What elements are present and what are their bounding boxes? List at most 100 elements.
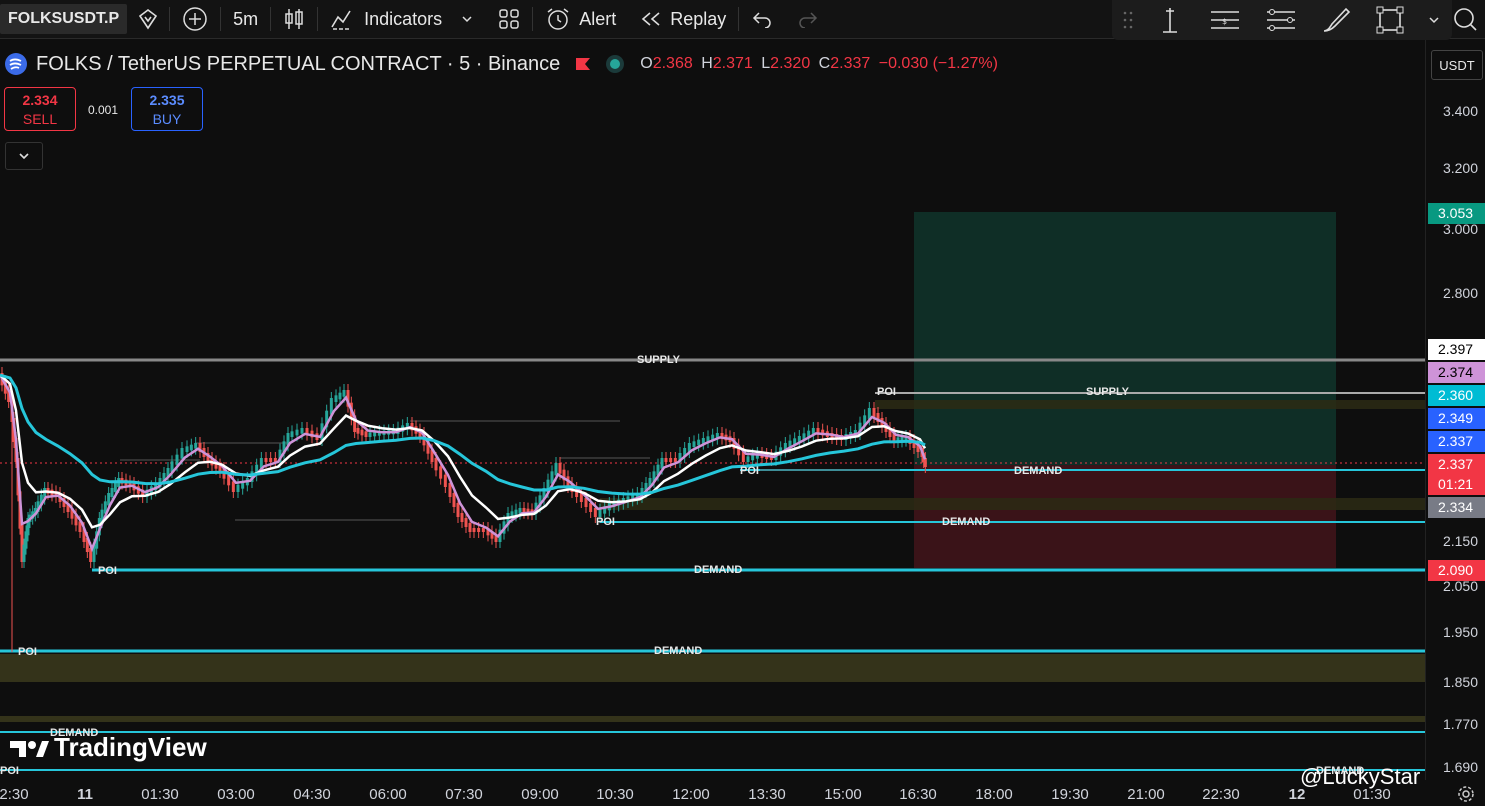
close-key: C	[818, 55, 831, 72]
alert-label: Alert	[579, 8, 617, 29]
gear-icon[interactable]	[1456, 784, 1476, 804]
replay-label: Replay	[670, 8, 727, 29]
replay-button[interactable]: Replay	[628, 0, 738, 38]
candle	[589, 503, 593, 512]
close-value: 2.337	[830, 55, 871, 72]
buy-button[interactable]: 2.335 BUY	[131, 87, 203, 131]
chevron-down-icon	[462, 16, 472, 23]
candle	[664, 458, 668, 462]
price-tag: 2.374	[1428, 362, 1485, 383]
compare-symbol-button[interactable]	[127, 0, 169, 38]
chevron-down-icon[interactable]	[1427, 13, 1441, 27]
price-line-tool-icon[interactable]: $	[1208, 5, 1242, 35]
candle	[290, 431, 294, 437]
currency-selector[interactable]: USDT	[1431, 50, 1483, 80]
candle	[194, 443, 198, 449]
rectangle-tool-icon[interactable]	[1375, 5, 1405, 35]
collapse-legend-button[interactable]	[5, 142, 43, 170]
legend-title[interactable]: FOLKS / TetherUS PERPETUAL CONTRACT · 5 …	[36, 53, 560, 76]
tp-zone[interactable]	[914, 212, 1336, 465]
candle	[356, 428, 360, 434]
tradingview-logo[interactable]: TradingView	[8, 732, 207, 763]
time-axis-label: 09:00	[521, 786, 559, 803]
time-axis-label: 2:30	[0, 786, 29, 803]
sell-price: 2.334	[22, 92, 58, 108]
poi-label: POI	[596, 516, 615, 528]
candle	[364, 431, 368, 437]
alarm-clock-icon	[547, 8, 569, 30]
demand-label: DEMAND	[694, 564, 743, 576]
candle	[180, 448, 184, 459]
candle	[558, 463, 562, 474]
time-axis-label: 03:00	[217, 786, 255, 803]
market-status-icon	[606, 55, 625, 73]
poi-label: POI	[740, 465, 759, 477]
rewind-icon	[641, 12, 660, 26]
candle	[236, 484, 240, 492]
price-axis-label: 2.150	[1442, 533, 1478, 549]
price-axis-label: 1.690	[1442, 759, 1478, 775]
time-axis-label: 10:30	[596, 786, 634, 803]
chevron-down-icon	[19, 153, 29, 160]
poi-label: POI	[0, 765, 19, 777]
sell-button[interactable]: 2.334 SELL	[4, 87, 76, 131]
ohlc-values: O2.368 H2.371 L2.320 C2.337 −0.030 (−1.2…	[640, 55, 998, 73]
vertical-line-tool-icon[interactable]	[1155, 5, 1185, 35]
candle	[477, 528, 481, 532]
candle	[456, 503, 460, 517]
candle	[231, 481, 235, 492]
flag-icon[interactable]	[574, 55, 592, 73]
price-tag: 2.337	[1428, 454, 1485, 475]
candle	[264, 458, 268, 462]
high-value: 2.371	[712, 55, 753, 72]
candle	[452, 493, 456, 507]
diamond-icon	[139, 9, 158, 30]
undo-icon	[753, 12, 771, 28]
indicators-label: Indicators	[364, 8, 443, 29]
candle	[185, 446, 189, 452]
price-axis-label: 1.770	[1442, 716, 1478, 732]
price-axis-label: 2.800	[1442, 285, 1478, 301]
price-tag: 3.053	[1428, 203, 1485, 224]
quantity-value[interactable]: 0.001	[88, 103, 118, 117]
candle	[110, 488, 114, 497]
price-axis-label: 1.950	[1442, 624, 1478, 640]
low-value: 2.320	[770, 55, 811, 72]
price-chart[interactable]	[0, 40, 1425, 780]
undo-button[interactable]	[739, 0, 785, 38]
alert-button[interactable]: Alert	[533, 0, 628, 38]
demand-label: DEMAND	[654, 645, 703, 657]
buy-price: 2.335	[149, 92, 185, 108]
plus-circle-icon	[183, 7, 207, 31]
interval-button[interactable]: 5m	[221, 0, 270, 38]
indicators-button[interactable]: Indicators	[318, 0, 486, 38]
candle	[481, 528, 485, 532]
redo-button[interactable]	[785, 0, 831, 38]
candle	[697, 439, 701, 446]
open-value: 2.368	[652, 55, 693, 72]
layouts-button[interactable]	[486, 0, 532, 38]
symbol-search-button[interactable]: FOLKSUSDT.P	[0, 4, 128, 34]
time-axis[interactable]: 2:30 11 01:30 03:00 04:30 06:00 07:30 09:00 10:3…	[0, 780, 1425, 806]
add-symbol-button[interactable]	[170, 0, 220, 38]
demand-zone-box	[600, 498, 1425, 510]
low-key: L	[761, 55, 771, 72]
search-icon[interactable]	[1452, 6, 1478, 32]
candle	[872, 408, 876, 417]
grid-icon	[499, 9, 519, 29]
tradingview-logo-text: TradingView	[54, 732, 207, 762]
supply-label: SUPPLY	[637, 354, 681, 366]
brush-tool-icon[interactable]	[1320, 5, 1352, 35]
candle	[746, 456, 750, 462]
time-axis-label: 01:30	[141, 786, 179, 803]
long-position-tool-icon[interactable]	[1264, 5, 1298, 35]
candle	[434, 458, 438, 471]
watermark-text: @LuckyStar	[1300, 764, 1421, 789]
candle	[269, 458, 273, 462]
ema-slow-line	[0, 373, 926, 496]
symbol-legend: FOLKS / TetherUS PERPETUAL CONTRACT · 5 …	[4, 52, 998, 76]
poi-label: POI	[877, 386, 896, 398]
symbol-label: FOLKSUSDT.P	[8, 10, 120, 27]
chart-type-button[interactable]	[271, 0, 317, 38]
drag-handle-icon[interactable]	[1123, 10, 1133, 30]
